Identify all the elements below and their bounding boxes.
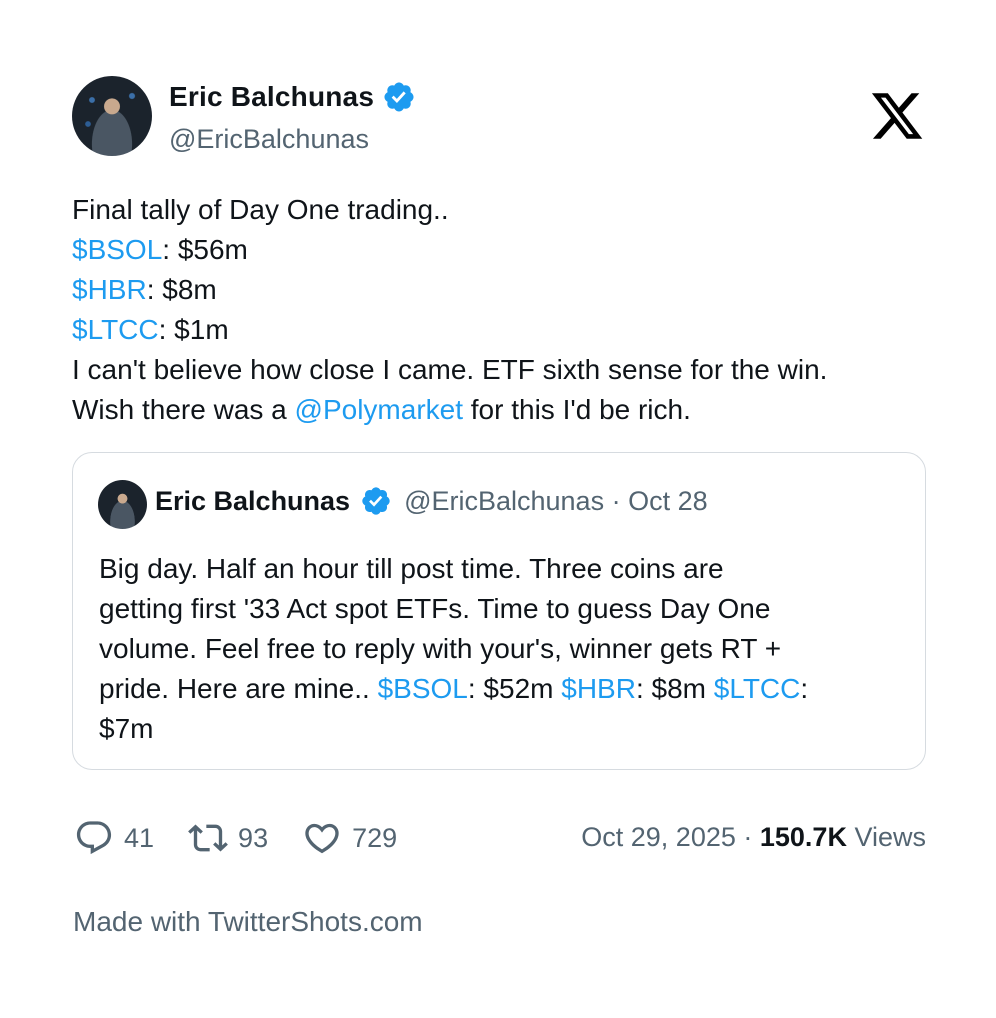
retweet-count: 93 [238, 822, 269, 853]
tweet-line: I can't believe how close I came. ETF si… [72, 350, 952, 390]
tweet-line-text: I can't believe how close I came. ETF si… [72, 354, 828, 385]
verified-badge-icon [384, 82, 414, 112]
cashtag-link[interactable]: $LTCC [714, 673, 801, 704]
reply-button[interactable]: 41 [74, 818, 154, 858]
quoted-line: volume. Feel free to reply with your's, … [99, 629, 899, 669]
quoted-author-avatar[interactable] [98, 480, 147, 529]
views-label: Views [846, 822, 926, 852]
heart-icon [305, 823, 339, 854]
tweet-line-text: : $1m [158, 314, 229, 345]
tweet-line-text: Wish there was a [72, 394, 295, 425]
quoted-tweet-header: Eric Balchunas @EricBalchunas · Oct 28 [155, 485, 708, 517]
tweet-line: Wish there was a @Polymarket for this I'… [72, 390, 952, 430]
tweet-actions: 41 93 729 [74, 818, 431, 858]
quoted-line: pride. Here are mine.. $BSOL: $52m $HBR:… [99, 669, 899, 709]
like-button[interactable]: 729 [302, 818, 397, 858]
like-count: 729 [352, 822, 398, 853]
quoted-tweet-text: Big day. Half an hour till post time. Th… [99, 549, 899, 749]
quoted-tweet-card[interactable]: Eric Balchunas @EricBalchunas · Oct 28 B… [72, 452, 926, 770]
quoted-line-text: $7m [99, 713, 154, 744]
tweet-line-text: : $56m [162, 234, 248, 265]
author-name[interactable]: Eric Balchunas [169, 81, 374, 113]
quoted-line-text: : [800, 673, 809, 704]
quoted-line-text: getting first '33 Act spot ETFs. Time to… [99, 593, 771, 624]
verified-badge-icon [362, 487, 390, 515]
tweet-line-text: for this I'd be rich. [463, 394, 691, 425]
quoted-author-name[interactable]: Eric Balchunas [155, 486, 350, 517]
quoted-line-text: pride. Here are mine.. [99, 673, 378, 704]
tweet-meta: Oct 29, 2025 · 150.7K Views [581, 822, 926, 853]
reply-icon [76, 821, 112, 855]
quoted-line: $7m [99, 709, 899, 749]
reply-count: 41 [124, 822, 155, 853]
quoted-handle-date[interactable]: @EricBalchunas · Oct 28 [404, 486, 708, 517]
tweet-date[interactable]: Oct 29, 2025 · [581, 822, 760, 852]
quoted-line-text: Big day. Half an hour till post time. Th… [99, 553, 724, 584]
quoted-line-text: volume. Feel free to reply with your's, … [99, 633, 782, 664]
quoted-line: Big day. Half an hour till post time. Th… [99, 549, 899, 589]
retweet-button[interactable]: 93 [188, 818, 268, 858]
tweet-line: $BSOL: $56m [72, 230, 952, 270]
x-logo-icon[interactable] [868, 88, 926, 144]
tweet-line: $HBR: $8m [72, 270, 952, 310]
cashtag-link[interactable]: $HBR [72, 274, 147, 305]
quoted-line-text: : $52m [467, 673, 562, 704]
author-avatar[interactable] [72, 76, 152, 156]
author-name-row: Eric Balchunas [169, 80, 416, 114]
quoted-line-text: : $8m [635, 673, 714, 704]
quoted-line: getting first '33 Act spot ETFs. Time to… [99, 589, 899, 629]
mention-link[interactable]: @Polymarket [295, 394, 463, 425]
retweet-icon [188, 824, 228, 852]
cashtag-link[interactable]: $BSOL [378, 673, 468, 704]
views-count: 150.7K [759, 822, 847, 852]
cashtag-link[interactable]: $BSOL [72, 234, 162, 265]
cashtag-link[interactable]: $HBR [561, 673, 636, 704]
footer-credit[interactable]: Made with TwitterShots.com [73, 906, 423, 938]
tweet-text: Final tally of Day One trading.. $BSOL: … [72, 190, 952, 430]
author-handle[interactable]: @EricBalchunas [169, 124, 369, 155]
tweet-line-text: Final tally of Day One trading.. [72, 194, 449, 225]
tweet-line: $LTCC: $1m [72, 310, 952, 350]
cashtag-link[interactable]: $LTCC [72, 314, 159, 345]
tweet-line: Final tally of Day One trading.. [72, 190, 952, 230]
tweet-line-text: : $8m [146, 274, 217, 305]
